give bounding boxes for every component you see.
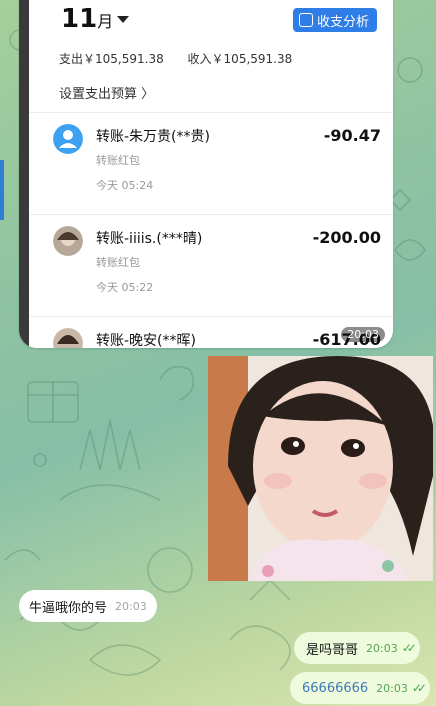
image-timestamp: 20:03 [341,327,385,342]
message-text: 牛逼哦你的号 [29,600,108,616]
avatar [53,328,83,348]
message-time: 20:03 [376,681,408,695]
totals-row: 支出￥105,591.38 收入￥105,591.38 [59,50,312,67]
income-total: 收入￥105,591.38 [187,52,293,66]
transaction-title: 转账-iiiis.(***晴) [96,231,203,247]
analysis-button: 收支分析 [292,8,377,32]
message-text: 是吗哥哥 [306,642,359,658]
outgoing-message[interactable]: 是吗哥哥 20:03 ✓✓ [294,632,420,664]
transaction-subtitle: 转账红包 [96,256,140,269]
transaction-amount: -200.00 [312,228,381,247]
side-accent [0,160,4,220]
message-time: 20:03 [366,641,398,655]
child-photo[interactable] [208,356,433,581]
incoming-message[interactable]: 牛逼哦你的号 20:03 [19,590,157,622]
transaction-row: 转账-朱万贵(**贵) 转账红包 今天 05:24 -90.47 [29,112,393,212]
outgoing-message[interactable]: 66666666 20:03 ✓✓ [290,672,430,704]
avatar [53,226,83,256]
transaction-time: 今天 05:22 [96,281,154,294]
transaction-row: 转账-晚安(**晖) -617.00 [29,316,393,348]
phone-edge [19,0,29,348]
month-selector: 11月 [61,4,130,34]
message-text: 66666666 [302,680,369,696]
transaction-time: 今天 05:24 [96,179,154,192]
budget-link: 设置支出预算 〉 [59,87,155,102]
double-check-icon: ✓✓ [401,641,417,655]
shared-screenshot-image[interactable]: 11月 收支分析 支出￥105,591.38 收入￥105,591.38 设置支… [19,0,393,348]
message-time: 20:03 [115,599,147,613]
avatar [53,124,83,154]
expense-total: 支出￥105,591.38 [59,52,164,66]
chart-icon [298,13,313,27]
double-check-icon: ✓✓ [411,681,427,695]
transaction-row: 转账-iiiis.(***晴) 转账红包 今天 05:22 -200.00 [29,214,393,314]
transaction-title: 转账-朱万贵(**贵) [96,129,210,145]
transaction-amount: -90.47 [323,126,381,145]
caret-down-icon [117,16,130,23]
transaction-title: 转账-晚安(**晖) [96,333,196,348]
transaction-subtitle: 转账红包 [96,154,140,167]
photo-illustration [208,356,433,581]
